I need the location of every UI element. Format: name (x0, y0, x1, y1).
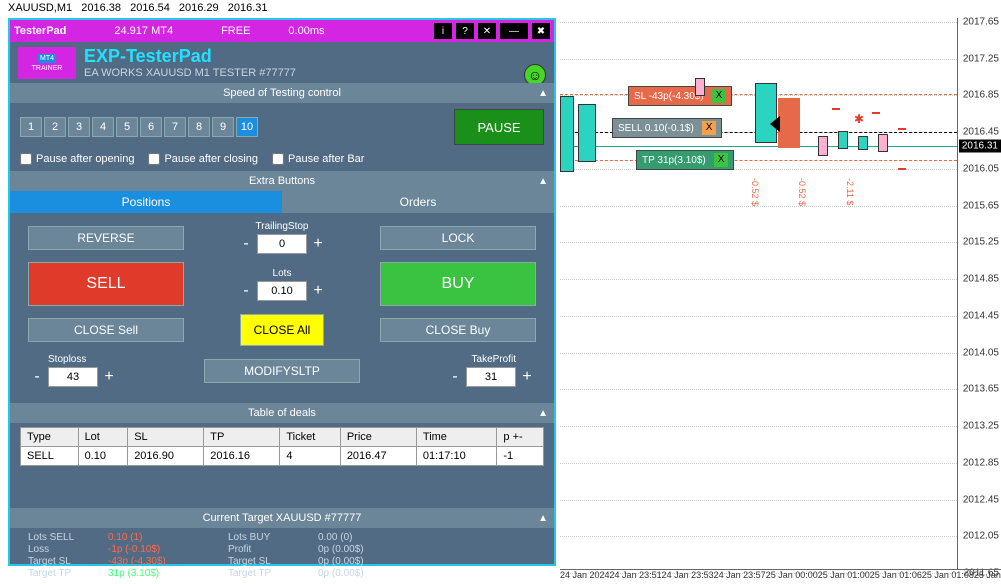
table-header: TP (204, 428, 280, 447)
target-header[interactable]: Current Target XAUUSD #77777▲ (10, 508, 554, 528)
table-header: Time (416, 428, 497, 447)
table-header: Type (21, 428, 79, 447)
speed-section-header[interactable]: Speed of Testing control▲ (10, 83, 554, 103)
lots-input[interactable] (257, 281, 307, 301)
logo: MT4 TRAINER (18, 47, 76, 79)
speed-button-7[interactable]: 7 (164, 117, 186, 137)
lots-stepper[interactable]: - + (204, 281, 360, 301)
increment-button[interactable]: + (309, 281, 327, 301)
increment-button[interactable]: + (518, 367, 536, 387)
titlebar: TesterPad 24.917 MT4 FREE 0.00ms i ? ✕ —… (10, 20, 554, 42)
settings-icon[interactable]: ✕ (478, 23, 496, 39)
close-sell-icon[interactable]: X (702, 121, 717, 135)
increment-button[interactable]: + (309, 234, 327, 254)
extra-buttons-header[interactable]: Extra Buttons▲ (10, 171, 554, 191)
testerpad-panel: TesterPad 24.917 MT4 FREE 0.00ms i ? ✕ —… (8, 18, 556, 566)
deals-table: TypeLotSLTPTicketPriceTimep +-SELL0.1020… (20, 427, 544, 466)
sell-label[interactable]: SELL 0.10(-0.1$)X (612, 118, 722, 138)
x-axis: 24 Jan 202424 Jan 23:5124 Jan 23:5324 Ja… (560, 569, 1001, 584)
collapse-icon[interactable]: ▲ (538, 88, 548, 99)
speed-button-6[interactable]: 6 (140, 117, 162, 137)
loss-annotation: -0.52 $ (797, 178, 807, 206)
collapse-icon[interactable]: ▲ (538, 513, 548, 524)
lock-button[interactable]: LOCK (380, 226, 536, 250)
table-header: p +- (497, 428, 544, 447)
sell-button[interactable]: SELL (28, 262, 184, 306)
candle (858, 136, 868, 150)
target-summary: Lots SELL0.10 (1)Lots BUY0.00 (0)Loss-1p… (10, 528, 554, 583)
candle (878, 134, 888, 152)
minimize-icon[interactable]: — (500, 23, 528, 39)
close-tp-icon[interactable]: X (714, 153, 729, 167)
takeprofit-stepper[interactable]: - + (380, 367, 536, 387)
star-icon: ✱ (854, 112, 864, 126)
candle (818, 136, 828, 156)
close-buy-button[interactable]: CLOSE Buy (380, 318, 536, 342)
tp-line (560, 160, 957, 161)
loss-annotation: -0.52 $ (750, 178, 760, 206)
price-chart[interactable]: 2017.652017.252016.852016.452016.052015.… (560, 18, 1001, 584)
candle (578, 104, 596, 162)
table-header: SL (128, 428, 204, 447)
candle (838, 131, 848, 149)
app-title: EXP-TesterPad (84, 46, 296, 67)
app-subtitle: EA WORKS XAUUSD M1 TESTER #77777 (84, 67, 296, 79)
speed-button-5[interactable]: 5 (116, 117, 138, 137)
speed-button-2[interactable]: 2 (44, 117, 66, 137)
table-header: Lot (78, 428, 128, 447)
table-header: Ticket (280, 428, 340, 447)
pause-after-opening-checkbox[interactable]: Pause after opening (20, 153, 134, 165)
reverse-button[interactable]: REVERSE (28, 226, 184, 250)
decrement-button[interactable]: - (237, 234, 255, 254)
close-sell-button[interactable]: CLOSE Sell (28, 318, 184, 342)
decrement-button[interactable]: - (28, 367, 46, 387)
stoploss-input[interactable] (48, 367, 98, 387)
speed-button-1[interactable]: 1 (20, 117, 42, 137)
modify-sltp-button[interactable]: MODIFYSLTP (204, 359, 360, 383)
arrow-marker (778, 98, 800, 148)
trailing-stop-stepper[interactable]: - + (204, 234, 360, 254)
help-icon[interactable]: ? (456, 23, 474, 39)
table-row[interactable]: SELL0.102016.902016.1642016.4701:17:10-1 (21, 447, 544, 466)
pause-after-closing-checkbox[interactable]: Pause after closing (148, 153, 258, 165)
speed-button-4[interactable]: 4 (92, 117, 114, 137)
buy-button[interactable]: BUY (380, 262, 536, 306)
increment-button[interactable]: + (100, 367, 118, 387)
stoploss-stepper[interactable]: - + (28, 367, 184, 387)
symbol-info: XAUUSD,M1 2016.38 2016.54 2016.29 2016.3… (8, 2, 274, 14)
y-axis: 2017.652017.252016.852016.452016.052015.… (957, 18, 1001, 569)
tp-label[interactable]: TP 31p(3.10$)X (636, 150, 734, 170)
collapse-icon[interactable]: ▲ (538, 176, 548, 187)
deals-table-header[interactable]: Table of deals▲ (10, 403, 554, 423)
app-header: MT4 TRAINER EXP-TesterPad EA WORKS XAUUS… (10, 42, 554, 83)
close-icon[interactable]: ✖ (532, 23, 550, 39)
info-icon[interactable]: i (434, 23, 452, 39)
decrement-button[interactable]: - (446, 367, 464, 387)
speed-button-10[interactable]: 10 (236, 117, 258, 137)
pause-after-bar-checkbox[interactable]: Pause after Bar (272, 153, 364, 165)
tab-orders[interactable]: Orders (282, 191, 554, 213)
table-header: Price (340, 428, 416, 447)
takeprofit-input[interactable] (466, 367, 516, 387)
tab-positions[interactable]: Positions (10, 191, 282, 213)
speed-button-9[interactable]: 9 (212, 117, 234, 137)
sl-label[interactable]: SL -43p(-4.30$)X (628, 86, 732, 106)
loss-annotation: -2.11 $ (845, 178, 855, 205)
price-line (560, 146, 957, 147)
speed-button-8[interactable]: 8 (188, 117, 210, 137)
close-all-button[interactable]: CLOSE All (240, 314, 324, 346)
close-sl-icon[interactable]: X (712, 89, 727, 103)
speed-button-3[interactable]: 3 (68, 117, 90, 137)
collapse-icon[interactable]: ▲ (538, 408, 548, 419)
decrement-button[interactable]: - (237, 281, 255, 301)
trailing-input[interactable] (257, 234, 307, 254)
current-price-badge: 2016.31 (959, 140, 1001, 153)
candle (695, 78, 705, 96)
candle (560, 96, 574, 172)
candle (755, 83, 777, 143)
pause-button[interactable]: PAUSE (454, 109, 544, 145)
